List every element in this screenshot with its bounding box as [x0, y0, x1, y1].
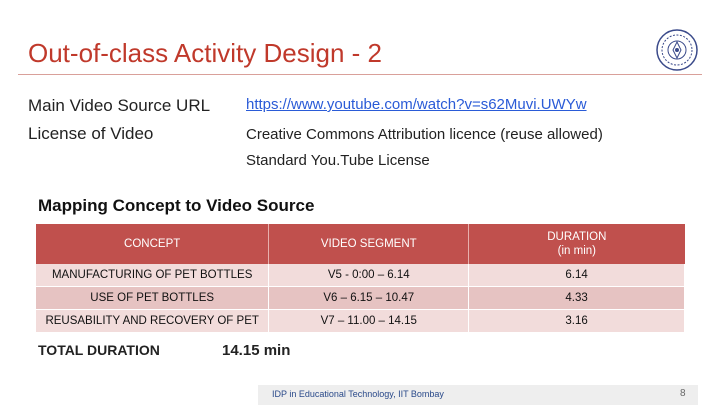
- table-row: MANUFACTURING OF PET BOTTLES V5 - 0:00 –…: [36, 264, 685, 287]
- header-duration: DURATION (in min): [468, 224, 685, 264]
- concept-mapping-table: CONCEPT VIDEO SEGMENT DURATION (in min) …: [36, 224, 685, 333]
- header-duration-line-2: (in min): [557, 245, 596, 257]
- header-video-segment: VIDEO SEGMENT: [268, 224, 470, 264]
- license-line-2: Standard You.Tube License: [246, 152, 430, 169]
- table-header-row: CONCEPT VIDEO SEGMENT DURATION (in min): [36, 224, 685, 264]
- duration-cell: 6.14: [468, 264, 685, 287]
- video-source-link[interactable]: https://www.youtube.com/watch?v=s62Muvi.…: [246, 96, 587, 113]
- header-duration-line-1: DURATION: [547, 231, 607, 243]
- segment-cell: V5 - 0:00 – 6.14: [268, 264, 470, 287]
- page-number: 8: [680, 388, 686, 399]
- mapping-section-title: Mapping Concept to Video Source: [38, 196, 315, 215]
- table-row: REUSABILITY AND RECOVERY OF PET V7 – 11.…: [36, 309, 685, 333]
- license-line-1: Creative Commons Attribution licence (re…: [246, 126, 603, 143]
- concept-cell: REUSABILITY AND RECOVERY OF PET: [36, 309, 270, 333]
- license-label: License of Video: [28, 124, 154, 143]
- header-concept: CONCEPT: [36, 224, 270, 264]
- total-duration-label: TOTAL DURATION: [38, 342, 160, 358]
- table-row: USE OF PET BOTTLES V6 – 6.15 – 10.47 4.3…: [36, 286, 685, 310]
- footer-text: IDP in Educational Technology, IIT Bomba…: [272, 389, 444, 399]
- segment-cell: V6 – 6.15 – 10.47: [268, 286, 470, 310]
- slide-title: Out-of-class Activity Design - 2: [28, 38, 382, 68]
- concept-cell: USE OF PET BOTTLES: [36, 286, 270, 310]
- title-divider: [18, 74, 702, 75]
- concept-cell: MANUFACTURING OF PET BOTTLES: [36, 264, 270, 287]
- institute-seal-icon: [656, 29, 698, 71]
- video-source-label: Main Video Source URL: [28, 96, 211, 115]
- total-duration-value: 14.15 min: [222, 342, 291, 359]
- duration-cell: 4.33: [468, 286, 685, 310]
- duration-cell: 3.16: [468, 309, 685, 333]
- segment-cell: V7 – 11.00 – 14.15: [268, 309, 470, 333]
